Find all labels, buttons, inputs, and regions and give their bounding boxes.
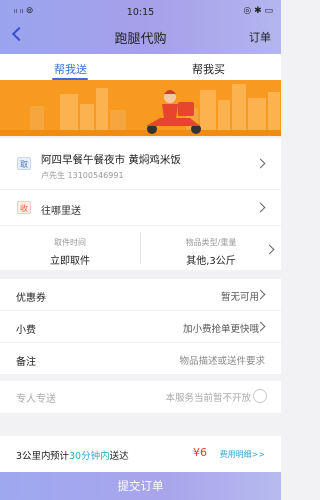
dedicated-delivery-toggle[interactable] (253, 389, 267, 403)
courier-banner (0, 80, 281, 136)
pickup-badge: 取 (17, 157, 31, 170)
pick-time-selector[interactable]: 取件时间 立即取件 (0, 226, 140, 270)
dedicated-delivery-row: 专人专送 本服务当前暂不开放 (0, 381, 281, 413)
courier-illustration (0, 84, 281, 136)
tip-row[interactable]: 小费 加小费抢单更快哦 (0, 311, 281, 343)
price-value: ¥6 (193, 446, 207, 459)
status-bar: ᵢₗ ᵢₗ ⊚ 10:15 ◎ ✱ ▭ (0, 6, 281, 20)
price-summary: 3公里内 预计30分钟内送达 ¥6 费用明细>> (0, 436, 281, 472)
note-input[interactable]: 物品描述或送件要求 (179, 353, 265, 367)
tab-bar: 帮我送 帮我买 (0, 54, 281, 80)
item-type-selector[interactable]: 物品类型/重量 其他,3公斤 (141, 226, 281, 270)
page-title: 跑腿代购 (114, 32, 167, 47)
eta-text: 预计30分钟内送达 (50, 451, 129, 462)
tip-value: 加小费抢单更快哦 (182, 324, 259, 335)
nav-bar: 跑腿代购 订单 (0, 26, 281, 50)
dedicated-delivery-status: 本服务当前暂不开放 (165, 393, 251, 404)
dedicated-delivery-label: 专人专送 (16, 394, 56, 405)
note-row[interactable]: 备注 物品描述或送件要求 (0, 343, 281, 375)
status-time: 10:15 (126, 7, 155, 18)
coupon-value: 暂无可用 (220, 292, 259, 303)
dropoff-placeholder: 往哪里送 (41, 206, 81, 217)
item-type-value: 其他,3公斤 (186, 256, 236, 267)
battery-icon: ◎ ✱ ▭ (243, 6, 273, 16)
chevron-right-icon (255, 202, 266, 213)
chevron-right-icon (255, 158, 266, 169)
pickup-address-card[interactable]: 取 阿四早餐午餐夜市 黄焖鸡米饭 卢先生 13100546991 (0, 138, 281, 189)
eta-minutes: 30分钟内 (69, 451, 110, 462)
pickup-options: 取件时间 立即取件 物品类型/重量 其他,3公斤 (0, 226, 281, 270)
coupon-row[interactable]: 优惠券 暂无可用 (0, 279, 281, 311)
pick-time-label: 取件时间 (54, 238, 86, 247)
orders-button[interactable]: 订单 (249, 29, 271, 45)
fee-detail-link[interactable]: 费用明细>> (220, 449, 265, 460)
submit-order-button[interactable]: 提交订单 (0, 472, 281, 500)
coupon-label: 优惠券 (16, 293, 46, 304)
distance-text: 3公里内 (16, 451, 51, 462)
tip-label: 小费 (16, 325, 36, 336)
tab-send-for-me[interactable]: 帮我送 (54, 61, 87, 77)
pick-time-value: 立即取件 (50, 256, 90, 267)
dropoff-address-card[interactable]: 收 往哪里送 (0, 190, 281, 225)
item-type-label: 物品类型/重量 (185, 238, 237, 247)
note-label: 备注 (16, 357, 36, 368)
app-header: ᵢₗ ᵢₗ ⊚ 10:15 ◎ ✱ ▭ 跑腿代购 订单 (0, 0, 281, 54)
tab-buy-for-me[interactable]: 帮我买 (192, 61, 225, 77)
pickup-contact: 卢先生 13100546991 (41, 171, 124, 180)
dropoff-badge: 收 (17, 201, 31, 214)
pickup-name: 阿四早餐午餐夜市 黄焖鸡米饭 (41, 154, 181, 166)
